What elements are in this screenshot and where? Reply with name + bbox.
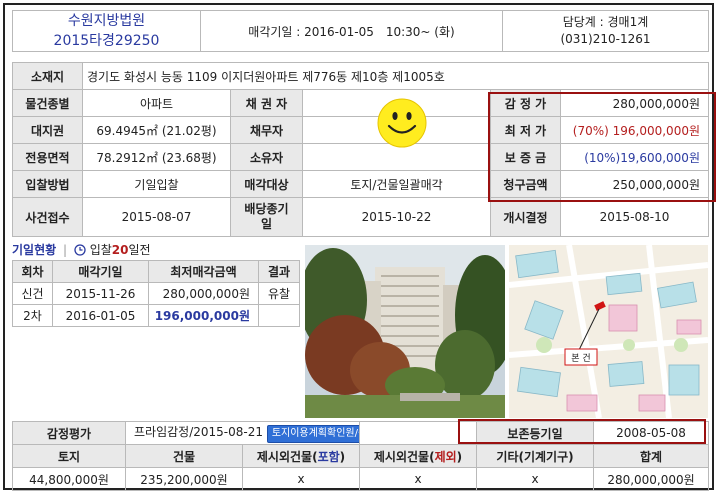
area-value: 78.2912㎡ (23.68평) (82, 143, 231, 171)
history-title[interactable]: 기일현황 (12, 243, 56, 257)
col-extra-excluded-highlight: 제외 (434, 449, 457, 464)
history-round: 신건 (12, 282, 53, 305)
history-round: 2차 (12, 304, 53, 327)
clock-icon (74, 244, 86, 260)
value-other: x (476, 467, 595, 491)
history-header: 기일현황 | 입찰20일전 (12, 242, 151, 258)
history-col-date: 매각기일 (52, 260, 149, 283)
start-value: 2015-08-10 (560, 197, 709, 237)
contact-cell: 담당계 : 경매1계 (031)210-1261 (502, 10, 709, 52)
history-amount: 196,000,000원 (148, 304, 259, 327)
history-date: 2015-11-26 (52, 282, 149, 305)
history-col-amount: 최저매각금액 (148, 260, 259, 283)
col-land: 토지 (12, 444, 126, 468)
col-extra-excluded-prefix: 제시외건물( (373, 449, 435, 464)
history-row: 신건 2015-11-26 280,000,000원 유찰 (12, 282, 300, 305)
bid-method-value: 기일입찰 (82, 170, 231, 198)
land-use-button[interactable]: 토지이용계획확인원/공시지가 (266, 425, 359, 443)
registry-label: 보존등기일 (476, 421, 595, 445)
sale-target-label: 매각대상 (230, 170, 303, 198)
dividend-label: 배당종기 일 (230, 197, 303, 237)
col-total: 합계 (593, 444, 710, 468)
court-name: 수원지방법원 (67, 13, 146, 29)
registry-value: 2008-05-08 (593, 421, 710, 445)
sale-target-value: 토지/건물일괄매각 (302, 170, 491, 198)
receipt-value: 2015-08-07 (82, 197, 231, 237)
history-amount: 280,000,000원 (148, 282, 259, 305)
land-value: 69.4945㎡ (21.02평) (82, 116, 231, 144)
contact-label: 담당계 : 경매1계 (562, 15, 649, 29)
start-label: 개시결정 (490, 197, 561, 237)
col-building: 건물 (125, 444, 243, 468)
appraisal-org-cell: 프라임감정/2015-08-21 토지이용계획확인원/공시지가 (124, 421, 361, 445)
value-extra-excluded: x (359, 467, 478, 491)
min-price-value: (70%) 196,000,000원 (560, 116, 709, 144)
location-map[interactable]: 본 건 (509, 245, 708, 418)
history-divider: | (63, 243, 68, 257)
dividend-label-line1: 배당종기 (244, 202, 289, 216)
history-col-round: 회차 (12, 260, 53, 283)
countdown-days: 20 (111, 243, 129, 257)
court-cell: 수원지방법원 2015타경29250 (12, 10, 201, 52)
debtor-label: 채무자 (230, 116, 303, 144)
case-header: 수원지방법원 2015타경29250 매각기일 : 2016-01-05 10:… (12, 10, 709, 52)
value-extra-included: x (241, 467, 361, 491)
deposit-value: (10%)19,600,000원 (560, 143, 709, 171)
col-extra-excluded-suffix: ) (456, 449, 463, 464)
history-col-result: 결과 (258, 260, 300, 283)
value-land: 44,800,000원 (12, 467, 126, 491)
appraisal-spacer (359, 421, 478, 445)
appraisal-label: 감 정 가 (490, 89, 561, 117)
countdown-prefix: 입찰 (89, 243, 112, 257)
bid-method-label: 입찰방법 (12, 170, 83, 198)
history-result: 유찰 (258, 282, 300, 305)
appraisal-value: 280,000,000원 (560, 89, 709, 117)
appraisal-org-label: 감정평가 (12, 421, 126, 445)
history-table: 회차 매각기일 최저매각금액 결과 신건 2015-11-26 280,000,… (12, 260, 300, 327)
area-label: 전용면적 (12, 143, 83, 171)
appraisal-org-value: 프라임감정/2015-08-21 (134, 425, 263, 439)
value-building: 235,200,000원 (125, 467, 243, 491)
appraisal-table: 감정평가 프라임감정/2015-08-21 토지이용계획확인원/공시지가 보존등… (12, 421, 710, 491)
col-extra-included-prefix: 제시외건물( (256, 449, 318, 464)
history-result (258, 304, 300, 327)
col-other: 기타(기계기구) (476, 444, 595, 468)
claim-value: 250,000,000원 (560, 170, 709, 198)
receipt-label: 사건접수 (12, 197, 83, 237)
property-table: 소재지 경기도 화성시 능동 1109 이지더원아파트 제776동 제10층 제… (12, 62, 709, 237)
col-extra-included: 제시외건물(포함) (241, 444, 361, 468)
location-label: 소재지 (12, 62, 83, 90)
map-marker-label: 본 건 (571, 353, 590, 364)
min-price-label: 최 저 가 (490, 116, 561, 144)
col-extra-excluded: 제시외건물(제외) (359, 444, 478, 468)
case-number: 2015타경29250 (53, 33, 160, 49)
location-value: 경기도 화성시 능동 1109 이지더원아파트 제776동 제10층 제1005… (82, 62, 709, 90)
auction-date: 매각기일 : 2016-01-05 10:30~ (화) (200, 10, 503, 52)
claim-label: 청구금액 (490, 170, 561, 198)
col-extra-included-highlight: 포함 (317, 449, 340, 464)
type-label: 물건종별 (12, 89, 83, 117)
contact-phone: (031)210-1261 (560, 32, 651, 46)
countdown-suffix: 일전 (128, 243, 151, 257)
smiley-face-icon (377, 98, 427, 148)
type-value: 아파트 (82, 89, 231, 117)
dividend-label-line2: 일 (260, 217, 273, 231)
owner-label: 소유자 (230, 143, 303, 171)
building-photo[interactable] (305, 245, 505, 418)
history-date: 2016-01-05 (52, 304, 149, 327)
history-row: 2차 2016-01-05 196,000,000원 (12, 304, 300, 327)
land-label: 대지권 (12, 116, 83, 144)
value-total: 280,000,000원 (593, 467, 710, 491)
deposit-label: 보 증 금 (490, 143, 561, 171)
col-extra-included-suffix: ) (339, 449, 346, 464)
dividend-value: 2015-10-22 (302, 197, 491, 237)
creditor-label: 채 권 자 (230, 89, 303, 117)
